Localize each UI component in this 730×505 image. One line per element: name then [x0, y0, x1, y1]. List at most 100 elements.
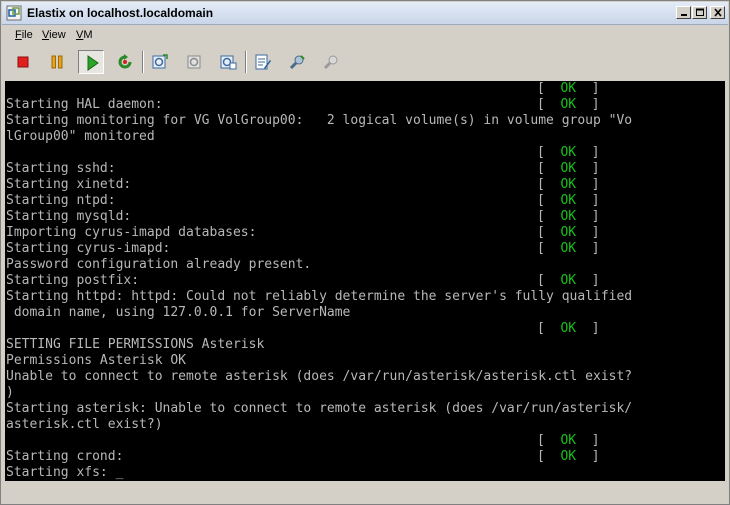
ok-status-text: OK — [560, 177, 577, 192]
ok-bracket-close: ] — [576, 273, 600, 288]
ok-bracket-close: ] — [576, 449, 600, 464]
ok-bracket-open: [ — [537, 145, 561, 160]
status-bar — [2, 483, 728, 503]
menu-view[interactable]: View — [42, 29, 66, 41]
console-line: Starting monitoring for VG VolGroup00: 2… — [6, 113, 633, 128]
reset-button[interactable] — [112, 50, 138, 74]
ok-status-text: OK — [560, 209, 577, 224]
ok-status-text: OK — [560, 81, 577, 96]
toolbar-separator — [142, 51, 144, 73]
play-icon — [87, 55, 99, 71]
close-icon — [714, 8, 722, 17]
connect-devices-button[interactable] — [284, 50, 310, 74]
ok-bracket-close: ] — [576, 209, 600, 224]
ok-status-text: OK — [560, 145, 577, 160]
ok-status-text: OK — [560, 241, 577, 256]
ok-bracket-close: ] — [576, 433, 600, 448]
take-snapshot-button[interactable] — [147, 50, 173, 74]
console-ok-status: [ OK ] — [537, 81, 600, 97]
ok-status-text: OK — [560, 225, 577, 240]
reset-icon — [118, 54, 132, 69]
console-line: Starting crond: — [6, 449, 124, 464]
console-line: Starting asterisk: Unable to connect to … — [6, 401, 633, 416]
ok-bracket-open: [ — [537, 97, 561, 112]
console-line: Starting mysqld: — [6, 209, 132, 224]
title-bar[interactable]: Elastix on localhost.localdomain — [2, 2, 728, 25]
ok-bracket-close: ] — [576, 161, 600, 176]
ok-bracket-open: [ — [537, 81, 561, 96]
vm-console-screen[interactable]: [ OK ] Starting HAL daemon:[ OK ] Starting… — [5, 81, 725, 481]
minimize-button[interactable] — [676, 6, 691, 19]
menu-file[interactable]: File — [15, 29, 33, 41]
console-line: Starting cyrus-imapd: — [6, 241, 171, 256]
console-ok-status: [ OK ] — [537, 177, 600, 193]
ok-bracket-open: [ — [537, 241, 561, 256]
ok-bracket-open: [ — [537, 177, 561, 192]
console-ok-status: [ OK ] — [537, 273, 600, 289]
menu-vm-label: M — [83, 29, 93, 41]
snapshot-icon — [152, 54, 168, 69]
ok-bracket-close: ] — [576, 97, 600, 112]
menu-vm[interactable]: VM — [76, 29, 93, 41]
power-off-button[interactable] — [10, 50, 36, 74]
revert-snapshot-icon — [187, 55, 201, 69]
menu-bar: File View VM — [2, 25, 728, 45]
console-line: Starting HAL daemon: — [6, 97, 163, 112]
vm-console-window: Elastix on localhost.localdomain File Vi… — [0, 0, 730, 505]
ok-bracket-open: [ — [537, 161, 561, 176]
ok-status-text: OK — [560, 449, 577, 464]
console-line: Starting xinetd: — [6, 177, 132, 192]
ok-bracket-open: [ — [537, 193, 561, 208]
toolbar-separator — [245, 51, 247, 73]
toolbar — [2, 47, 728, 77]
console-line: Starting sshd: — [6, 161, 116, 176]
console-ok-status: [ OK ] — [537, 225, 600, 241]
close-button[interactable] — [710, 6, 725, 19]
maximize-button[interactable] — [692, 6, 707, 19]
ok-status-text: OK — [560, 321, 577, 336]
stop-icon — [17, 56, 29, 68]
ok-status-text: OK — [560, 161, 577, 176]
console-ok-status: [ OK ] — [537, 161, 600, 177]
console-ok-status: [ OK ] — [537, 209, 600, 225]
ok-status-text: OK — [560, 433, 577, 448]
ok-bracket-close: ] — [576, 241, 600, 256]
ok-bracket-open: [ — [537, 321, 561, 336]
power-on-button[interactable] — [78, 50, 104, 74]
console-ok-status: [ OK ] — [537, 193, 600, 209]
suspend-button[interactable] — [44, 50, 70, 74]
pause-icon — [51, 55, 63, 69]
ok-bracket-open: [ — [537, 225, 561, 240]
console-line: Starting ntpd: — [6, 193, 116, 208]
console-ok-status: [ OK ] — [537, 321, 600, 337]
console-line: Importing cyrus-imapd databases: — [6, 225, 257, 240]
settings-icon — [255, 54, 271, 70]
ok-status-text: OK — [560, 97, 577, 112]
ok-bracket-close: ] — [576, 225, 600, 240]
ok-bracket-open: [ — [537, 433, 561, 448]
console-line: asterisk.ctl exist?) — [6, 417, 163, 432]
snapshot-manager-button[interactable] — [215, 50, 241, 74]
console-line: Starting postfix: — [6, 273, 140, 288]
disconnect-devices-button[interactable] — [318, 50, 344, 74]
console-ok-status: [ OK ] — [537, 97, 600, 113]
revert-snapshot-button[interactable] — [181, 50, 207, 74]
console-line: SETTING FILE PERMISSIONS Asterisk — [6, 337, 265, 352]
disconnect-icon — [323, 55, 338, 70]
ok-bracket-open: [ — [537, 273, 561, 288]
ok-status-text: OK — [560, 193, 577, 208]
menu-file-label: ile — [21, 29, 33, 41]
manage-snapshots-icon — [220, 55, 237, 70]
menu-file-mnemonic: F — [15, 29, 22, 41]
menu-view-label: iew — [49, 29, 66, 41]
ok-bracket-open: [ — [537, 449, 561, 464]
console-line: Starting xfs: _ — [6, 465, 124, 480]
console-line: domain name, using 127.0.0.1 for ServerN… — [6, 305, 351, 320]
vm-settings-button[interactable] — [250, 50, 276, 74]
console-line: lGroup00" monitored — [6, 129, 155, 144]
console-ok-status: [ OK ] — [537, 433, 600, 449]
